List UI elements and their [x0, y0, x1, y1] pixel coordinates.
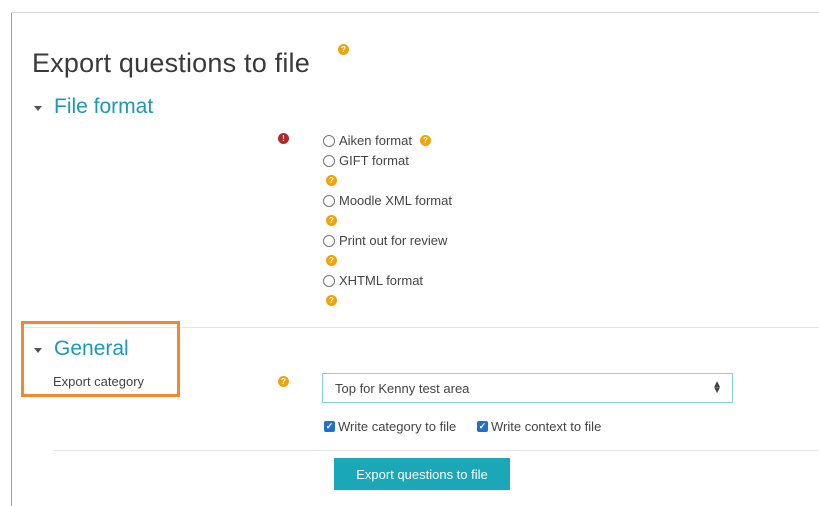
radio-label: GIFT format — [339, 153, 409, 168]
checkbox-label: Write category to file — [338, 419, 457, 434]
select-value: Top for Kenny test area — [335, 380, 470, 396]
radio-circle[interactable] — [323, 194, 335, 207]
radio-circle[interactable] — [323, 134, 335, 147]
export-category-label: Export category — [53, 374, 145, 389]
help-icon[interactable]: ? — [338, 44, 349, 55]
help-icon[interactable]: ? — [326, 175, 337, 186]
radio-label: Moodle XML format — [339, 193, 452, 208]
help-icon[interactable]: ? — [278, 376, 289, 387]
help-icon[interactable]: ? — [326, 295, 337, 306]
write-context-checkbox[interactable]: ✓ Write context to file — [477, 419, 601, 434]
form-divider — [53, 450, 819, 451]
checkmark-icon[interactable]: ✓ — [477, 421, 488, 432]
section-heading-file-format: File format — [54, 95, 154, 118]
frame-left-border — [11, 12, 12, 506]
error-icon: ! — [278, 133, 289, 144]
checkmark-icon[interactable]: ✓ — [324, 421, 335, 432]
caret-down-icon — [34, 347, 42, 353]
radio-aiken-format[interactable]: Aiken format ? — [323, 133, 431, 148]
radio-label: Print out for review — [339, 233, 448, 248]
section-general-toggle[interactable]: General — [34, 337, 129, 361]
export-category-select[interactable]: Top for Kenny test area ▲ ▼ — [322, 373, 733, 403]
radio-circle[interactable] — [323, 274, 335, 287]
radio-gift-format[interactable]: GIFT format — [323, 153, 409, 168]
section-file-format-toggle[interactable]: File format — [34, 95, 153, 119]
radio-print-out-for-review[interactable]: Print out for review — [323, 233, 447, 248]
export-questions-button[interactable]: Export questions to file — [334, 458, 510, 490]
radio-label: XHTML format — [339, 273, 424, 288]
select-arrows-icon: ▲ ▼ — [712, 379, 722, 396]
radio-circle[interactable] — [323, 234, 335, 247]
help-icon[interactable]: ? — [326, 215, 337, 226]
help-icon[interactable]: ? — [419, 135, 431, 146]
page-title: Export questions to file — [32, 48, 310, 79]
radio-xhtml-format[interactable]: XHTML format — [323, 273, 423, 288]
radio-circle[interactable] — [323, 154, 335, 167]
write-category-checkbox[interactable]: ✓ Write category to file — [324, 419, 456, 434]
radio-moodle-xml-format[interactable]: Moodle XML format — [323, 193, 452, 208]
radio-label: Aiken format — [339, 133, 412, 148]
checkbox-label: Write context to file — [491, 419, 602, 434]
frame-top-border — [11, 12, 819, 13]
help-icon[interactable]: ? — [326, 255, 337, 266]
caret-down-icon — [34, 105, 42, 111]
section-heading-general: General — [54, 337, 129, 360]
